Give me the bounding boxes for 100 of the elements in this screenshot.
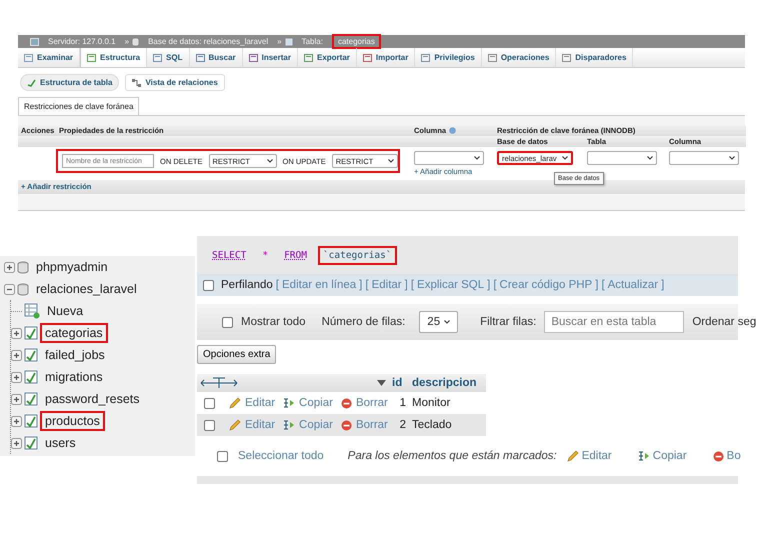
tree-item[interactable]: users bbox=[45, 436, 76, 450]
breadcrumb-separator: » bbox=[124, 37, 130, 46]
expand-icon[interactable] bbox=[11, 328, 22, 338]
tab-icon bbox=[248, 54, 258, 62]
delete-link[interactable]: Borrar bbox=[356, 397, 388, 409]
bracket: ] bbox=[595, 279, 598, 291]
table-cell: Teclado bbox=[409, 414, 486, 436]
tab[interactable]: Disparadores bbox=[556, 48, 634, 67]
table-icon bbox=[24, 392, 38, 406]
show-all-label: Mostrar todo bbox=[241, 316, 306, 328]
tab-icon bbox=[362, 54, 372, 62]
copy-icon bbox=[283, 419, 296, 431]
expand-icon[interactable] bbox=[11, 438, 22, 448]
copy-icon bbox=[283, 397, 296, 409]
tab[interactable]: Insertar bbox=[242, 48, 298, 67]
breadcrumb-separator: » bbox=[277, 37, 282, 46]
select-all-link[interactable]: Seleccionar todo bbox=[238, 450, 324, 462]
bracket: ] bbox=[404, 279, 408, 291]
checkbox[interactable] bbox=[204, 420, 215, 430]
header-cell bbox=[18, 136, 56, 147]
pencil-icon bbox=[566, 450, 579, 462]
subtab-button[interactable]: Vista de relaciones bbox=[125, 74, 225, 91]
delete-link[interactable]: Bo bbox=[726, 450, 741, 462]
tab[interactable]: Estructura bbox=[80, 48, 148, 67]
table-cell: 2 bbox=[389, 414, 409, 436]
edit-link[interactable]: Editar bbox=[245, 397, 276, 409]
tab[interactable]: Privilegios bbox=[415, 48, 482, 67]
tree-item[interactable]: productos bbox=[45, 414, 100, 428]
profiling-label: Perfilando bbox=[221, 279, 273, 291]
table-icon bbox=[24, 436, 38, 450]
checkbox[interactable] bbox=[222, 316, 233, 328]
caret-icon bbox=[562, 156, 568, 160]
sql-token: * bbox=[262, 250, 268, 260]
column-header[interactable]: id bbox=[389, 374, 409, 392]
expand-icon[interactable] bbox=[11, 350, 22, 360]
table-icon bbox=[24, 414, 38, 428]
tree-item[interactable]: relaciones_laravel bbox=[36, 282, 137, 296]
bracket: ] bbox=[359, 279, 362, 291]
expand-icon[interactable] bbox=[11, 394, 22, 404]
checkbox[interactable] bbox=[204, 398, 215, 408]
collapse-icon[interactable] bbox=[4, 284, 15, 294]
database-icon bbox=[17, 282, 29, 296]
sort-label: Ordenar seg bbox=[692, 316, 756, 328]
tab[interactable]: Operaciones bbox=[482, 48, 556, 67]
copy-link[interactable]: Copiar bbox=[652, 450, 687, 462]
extra-options-button[interactable]: Opciones extra bbox=[197, 345, 276, 364]
database-icon bbox=[17, 260, 29, 274]
caret-icon bbox=[474, 156, 480, 160]
bracket: [ bbox=[410, 279, 414, 291]
delete-icon bbox=[712, 450, 724, 462]
column-arrows-icon[interactable] bbox=[200, 377, 238, 389]
rows-select[interactable]: 25 bbox=[419, 311, 458, 333]
sql-token: SELECT bbox=[212, 250, 246, 260]
rows-label: Número de filas: bbox=[322, 316, 406, 328]
expand-icon[interactable] bbox=[11, 416, 22, 426]
relations-icon bbox=[132, 78, 142, 86]
caret-icon bbox=[266, 159, 273, 163]
tab-icon bbox=[304, 54, 313, 62]
bracket: [ bbox=[276, 279, 279, 291]
subtab-button[interactable]: Estructura de tabla bbox=[20, 74, 120, 91]
checkbox[interactable] bbox=[217, 450, 228, 462]
caret-icon bbox=[388, 159, 394, 163]
sort-caret-icon[interactable] bbox=[377, 380, 386, 386]
marked-items-label: Para los elementos que están marcados: bbox=[348, 450, 557, 462]
delete-icon bbox=[340, 420, 352, 430]
tab[interactable]: Buscar bbox=[190, 48, 243, 67]
tree-item[interactable]: Nueva bbox=[47, 304, 84, 318]
expand-icon[interactable] bbox=[4, 262, 15, 272]
tree-item[interactable]: failed_jobs bbox=[45, 348, 105, 362]
pencil-icon bbox=[229, 419, 241, 431]
table-icon bbox=[284, 38, 293, 46]
filter-label: Filtrar filas: bbox=[480, 316, 536, 328]
checkbox[interactable] bbox=[203, 280, 214, 290]
table-icon bbox=[24, 370, 38, 384]
bracket: [ bbox=[601, 279, 605, 291]
section-tab[interactable]: Restricciones de clave foránea bbox=[18, 97, 140, 115]
tree-item[interactable]: password_resets bbox=[45, 392, 140, 406]
tab[interactable]: Exportar bbox=[298, 48, 357, 67]
tab[interactable]: Importar bbox=[356, 48, 416, 67]
new-table-icon bbox=[24, 303, 40, 319]
bracket: ] bbox=[661, 279, 664, 291]
tab-icon bbox=[24, 54, 33, 62]
tree-item[interactable]: phpmyadmin bbox=[36, 260, 108, 274]
filter-field[interactable]: Buscar en esta tabla bbox=[544, 311, 684, 333]
copy-link[interactable]: Copiar bbox=[299, 397, 333, 409]
caret-icon bbox=[444, 320, 450, 324]
sql-token: `categorias` bbox=[322, 250, 392, 260]
tab[interactable]: SQL bbox=[147, 48, 190, 67]
copy-icon bbox=[638, 450, 650, 462]
edit-link[interactable]: Editar bbox=[582, 450, 612, 462]
caret-icon bbox=[729, 156, 735, 160]
structure-icon bbox=[27, 78, 36, 86]
expand-icon[interactable] bbox=[11, 372, 22, 382]
tree-item[interactable]: categorias bbox=[45, 326, 103, 340]
bracket: [ bbox=[365, 279, 369, 291]
column-header[interactable]: descripcion bbox=[409, 374, 486, 392]
bracket: ] bbox=[487, 279, 490, 291]
bracket: [ bbox=[493, 279, 497, 291]
tree-item[interactable]: migrations bbox=[45, 370, 103, 384]
delete-icon bbox=[340, 398, 352, 408]
